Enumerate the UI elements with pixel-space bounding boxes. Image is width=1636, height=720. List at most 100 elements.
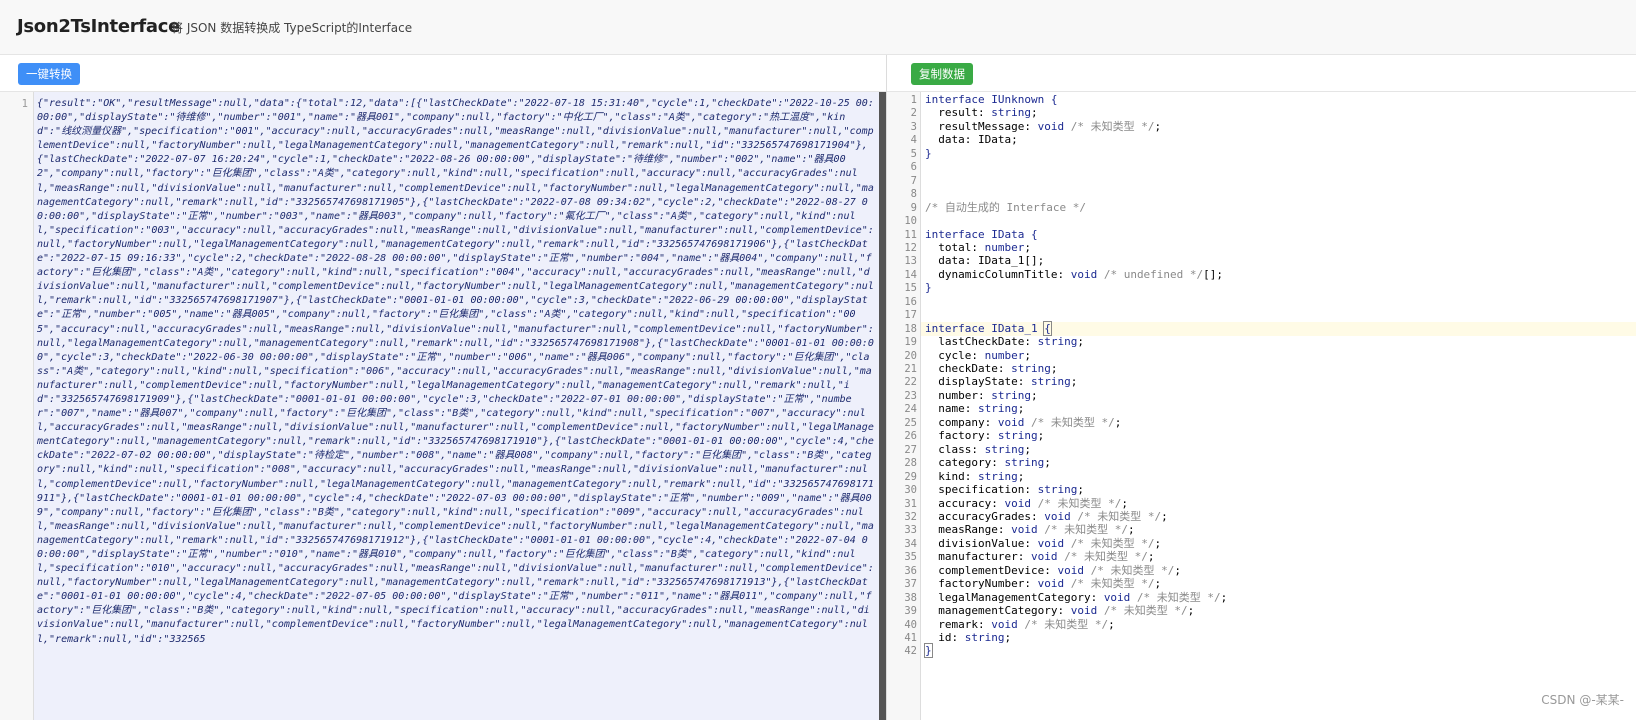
code-line[interactable]: interface IUnknown { bbox=[925, 93, 1057, 107]
code-keyword: void bbox=[1037, 536, 1065, 550]
code-line[interactable]: factoryNumber: void /* 未知类型 */; bbox=[925, 577, 1161, 591]
code-token: ; bbox=[1024, 240, 1031, 254]
code-line[interactable]: dynamicColumnTitle: void /* undefined */… bbox=[925, 268, 1223, 282]
code-line[interactable]: managementCategory: void /* 未知类型 */; bbox=[925, 604, 1194, 618]
json-input-text[interactable]: {"result":"OK","resultMessage":null,"dat… bbox=[37, 97, 875, 720]
code-line[interactable]: /* 自动生成的 Interface */ bbox=[925, 201, 1086, 215]
code-line[interactable]: class: string; bbox=[925, 443, 1031, 457]
line-number: 24 bbox=[904, 403, 917, 416]
code-line[interactable]: company: void /* 未知类型 */; bbox=[925, 416, 1121, 430]
line-number: 16 bbox=[904, 295, 917, 308]
line-number: 25 bbox=[904, 416, 917, 429]
code-keyword: string bbox=[977, 402, 1018, 416]
line-number: 9 bbox=[910, 201, 917, 214]
code-line[interactable]: accuracy: void /* 未知类型 */; bbox=[925, 497, 1128, 511]
code-line[interactable]: accuracyGrades: void /* 未知类型 */; bbox=[925, 509, 1167, 524]
line-number: 32 bbox=[904, 510, 917, 523]
line-number: 4 bbox=[910, 134, 917, 147]
app-subtitle: 将 JSON 数据转换成 TypeScript的Interface bbox=[171, 21, 413, 35]
code-line[interactable]: interface IData { bbox=[925, 228, 1038, 242]
code-keyword: void bbox=[1070, 267, 1098, 281]
copy-button[interactable]: 复制数据 bbox=[911, 63, 973, 85]
app-header: Json2TsInterface 将 JSON 数据转换成 TypeScript… bbox=[0, 0, 1636, 55]
code-token: ; bbox=[1024, 442, 1031, 456]
line-number: 20 bbox=[904, 349, 917, 362]
line-number: 37 bbox=[904, 578, 917, 591]
line-number: 42 bbox=[904, 645, 917, 658]
json-input-area[interactable]: {"result":"OK","resultMessage":null,"dat… bbox=[34, 92, 879, 720]
code-keyword: void bbox=[1037, 119, 1065, 133]
code-line[interactable]: lastCheckDate: string; bbox=[925, 335, 1084, 349]
code-line[interactable]: checkDate: string; bbox=[925, 362, 1057, 376]
code-comment: /* undefined */ bbox=[1097, 267, 1204, 281]
code-line[interactable]: complementDevice: void /* 未知类型 */; bbox=[925, 564, 1181, 578]
code-line[interactable]: result: string; bbox=[925, 106, 1038, 120]
line-number: 5 bbox=[910, 147, 917, 160]
code-line[interactable]: data: IData; bbox=[925, 133, 1017, 147]
code-keyword: void bbox=[1011, 523, 1038, 537]
line-number: 28 bbox=[904, 457, 917, 470]
ts-output-area[interactable]: interface IUnknown { result: string; res… bbox=[921, 92, 1636, 720]
code-token: ; bbox=[1017, 402, 1025, 416]
code-token: ; bbox=[1147, 550, 1155, 564]
line-number: 7 bbox=[910, 174, 917, 187]
code-token: ; bbox=[1030, 106, 1038, 120]
json-input-editor[interactable]: 1 {"result":"OK","resultMessage":null,"d… bbox=[0, 92, 886, 720]
code-line[interactable]: factory: string; bbox=[925, 429, 1044, 443]
code-line[interactable]: remark: void /* 未知类型 */; bbox=[925, 617, 1115, 632]
code-line[interactable]: number: string; bbox=[925, 388, 1037, 403]
code-line[interactable]: legalManagementCategory: void /* 未知类型 */… bbox=[925, 591, 1227, 605]
ts-output-editor[interactable]: 1 2 3 4 5 6 7 8 9 10 11 12 13 14 15 16 17 18 19 20 21 22 23 24 2… bbox=[887, 92, 1636, 720]
code-line[interactable]: } bbox=[925, 147, 932, 161]
app-title: Json2TsInterface bbox=[17, 16, 180, 37]
code-line[interactable]: specification: string; bbox=[925, 483, 1084, 497]
line-number: 17 bbox=[904, 309, 917, 322]
line-number: 31 bbox=[904, 497, 917, 510]
code-line[interactable]: measRange: void /* 未知类型 */; bbox=[925, 523, 1134, 537]
convert-button[interactable]: 一键转换 bbox=[18, 63, 80, 85]
code-line[interactable]: data: IData_1[]; bbox=[925, 254, 1044, 268]
line-number: 12 bbox=[904, 241, 917, 254]
line-number: 1 bbox=[910, 94, 917, 106]
line-number: 1 bbox=[21, 98, 28, 110]
line-number: 29 bbox=[904, 470, 917, 483]
code-keyword: string bbox=[1037, 335, 1078, 349]
code-line[interactable]: } bbox=[925, 281, 932, 295]
code-line[interactable]: id: string; bbox=[925, 631, 1011, 645]
code-line[interactable]: resultMessage: void /* 未知类型 */; bbox=[925, 120, 1161, 134]
code-token: ; bbox=[1077, 483, 1084, 497]
code-line[interactable]: manufacturer: void /* 未知类型 */; bbox=[925, 550, 1154, 564]
code-comment: /* 未知类型 */ bbox=[1017, 617, 1109, 631]
right-toolbar: 复制数据 bbox=[887, 55, 1636, 92]
code-token: accuracyGrades: bbox=[925, 509, 1045, 523]
code-keyword: string bbox=[991, 388, 1031, 402]
code-line[interactable]: interface IData_1 { bbox=[925, 320, 1052, 336]
code-line[interactable]: divisionValue: void /* 未知类型 */; bbox=[925, 537, 1161, 551]
line-number: 11 bbox=[904, 228, 917, 241]
code-keyword: string bbox=[1004, 456, 1045, 470]
code-keyword: number bbox=[984, 240, 1025, 254]
line-number: 15 bbox=[904, 282, 917, 295]
line-gutter: 1 2 3 4 5 6 7 8 9 10 11 12 13 14 15 16 17 18 19 20 21 22 23 24 2… bbox=[887, 92, 921, 720]
code-token: total: bbox=[925, 240, 985, 254]
line-number: 19 bbox=[904, 336, 917, 349]
code-token: ; bbox=[1108, 617, 1115, 631]
code-keyword: void bbox=[991, 617, 1018, 631]
code-line[interactable]: total: number; bbox=[925, 241, 1031, 255]
code-keyword: string bbox=[1030, 375, 1071, 389]
code-line[interactable]: } bbox=[924, 643, 933, 659]
vertical-scrollbar[interactable] bbox=[879, 92, 886, 720]
code-keyword: void bbox=[1037, 577, 1065, 591]
code-token: data: IData_1[]; bbox=[925, 254, 1045, 268]
code-line[interactable]: name: string; bbox=[925, 402, 1024, 416]
code-token: displayState: bbox=[925, 375, 1031, 389]
code-comment: /* 未知类型 */ bbox=[1064, 536, 1155, 550]
code-keyword: void bbox=[997, 415, 1025, 429]
code-line[interactable]: displayState: string; bbox=[925, 375, 1077, 389]
line-number: 33 bbox=[904, 524, 917, 537]
line-number: 22 bbox=[904, 376, 917, 389]
code-line[interactable]: cycle: number; bbox=[925, 349, 1031, 363]
code-token: dynamicColumnTitle: bbox=[925, 267, 1071, 281]
code-line[interactable]: kind: string; bbox=[925, 470, 1024, 484]
code-line[interactable]: category: string; bbox=[925, 456, 1051, 470]
